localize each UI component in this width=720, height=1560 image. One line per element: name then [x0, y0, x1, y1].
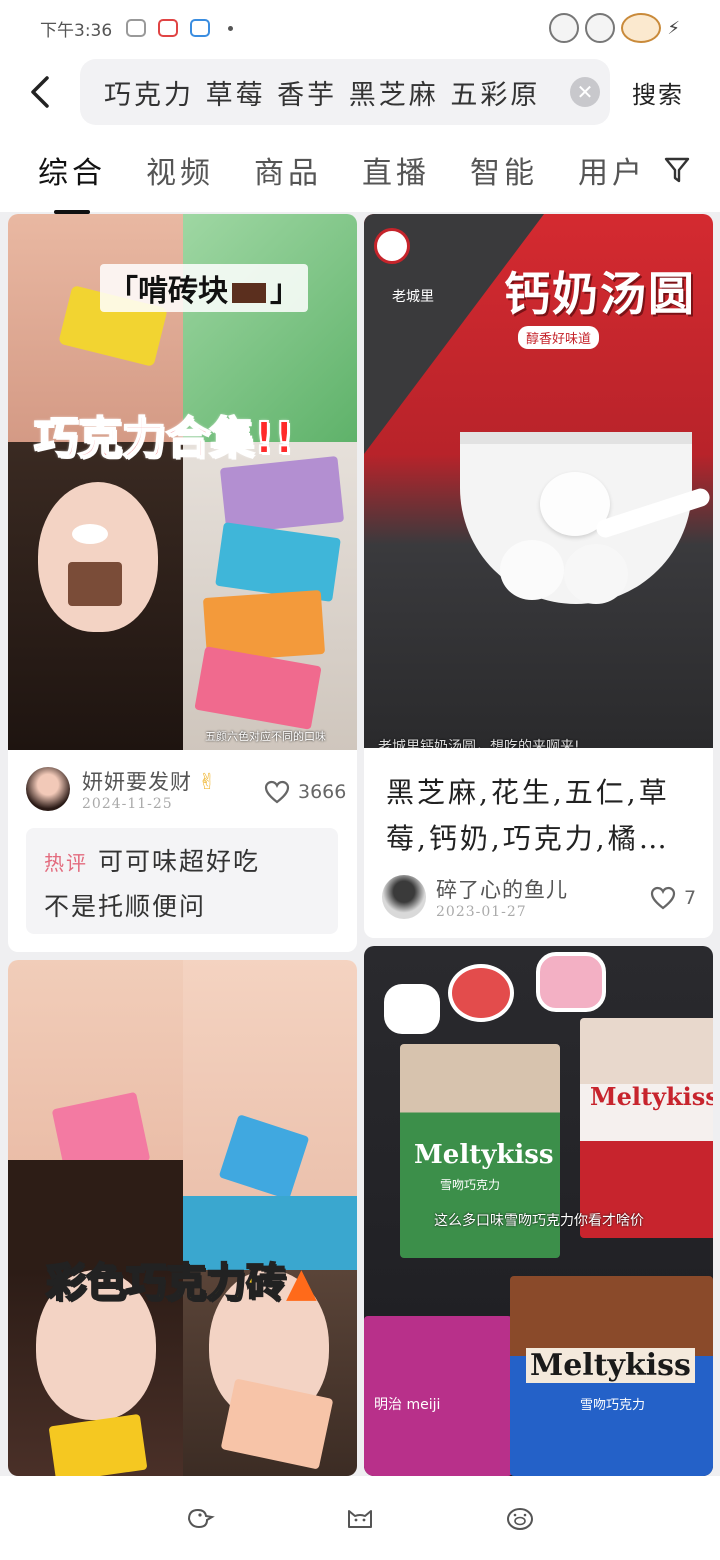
card-2-brand: 老城里: [392, 289, 434, 305]
search-header: 巧克力 草莓 香芋 黑芝麻 五彩原 ✕ 搜索: [0, 56, 720, 128]
hot-comment-line-2: 不是托顺便问: [44, 892, 207, 921]
like-button[interactable]: 7: [650, 886, 696, 910]
feed-card-2[interactable]: 老城里 钙奶汤圆 醇香好味道 老城里钙奶汤圆，想吃的来啊来! 黑芝麻,花生,五仁…: [364, 214, 713, 938]
brand-seal: [374, 228, 410, 264]
search-input[interactable]: 巧克力 草莓 香芋 黑芝麻 五彩原 ✕: [80, 59, 610, 125]
red-app-icon: [158, 19, 179, 37]
close-icon: ✕: [576, 80, 594, 104]
chevron-left-icon: [31, 76, 49, 108]
sticker: [536, 952, 606, 1012]
meltykiss-box-red: Meltykiss: [580, 1018, 713, 1238]
avatar[interactable]: [382, 875, 426, 919]
post-date: 2023-01-27: [436, 904, 527, 920]
like-count: 3666: [298, 781, 347, 803]
feed-card-4[interactable]: Meltykiss 雪吻巧克力 Meltykiss 明治 meiji Melty…: [364, 946, 713, 1476]
card-2-tagline: 醇香好味道: [518, 326, 600, 349]
feed-card-1[interactable]: 五颜六色对应不同的口味 「啃砖块」 巧克力合集!! 妍妍要发财 ✌ 2024-11…: [8, 214, 357, 952]
pet-icon-cat: [549, 13, 580, 43]
status-time: 下午3:36: [40, 20, 113, 41]
cat-nav-icon[interactable]: [345, 1505, 375, 1531]
card-3-overlay-title: 彩色巧克力砖▲: [45, 1259, 317, 1307]
card-1-author-row[interactable]: 妍妍要发财 ✌ 2024-11-25: [26, 766, 216, 812]
bottom-nav: [0, 1476, 720, 1560]
cat-app-icon: [126, 19, 147, 37]
card-1-thumbnail[interactable]: 五颜六色对应不同的口味 「啃砖块」 巧克力合集!!: [8, 214, 357, 750]
search-tabs: 综合 视频 商品 直播 智能 用户: [0, 128, 720, 214]
charging-icon: ⚡: [667, 17, 680, 39]
tab-comprehensive[interactable]: 综合: [38, 148, 106, 214]
chocolate-emoji: [232, 282, 266, 303]
pig-nav-icon[interactable]: [505, 1505, 535, 1531]
yellow-chocolate-block: [48, 1413, 148, 1476]
post-date: 2024-11-25: [82, 796, 173, 812]
tab-smart[interactable]: 智能: [470, 148, 538, 192]
tab-products[interactable]: 商品: [254, 148, 322, 192]
card-2-thumbnail[interactable]: 老城里 钙奶汤圆 醇香好味道 老城里钙奶汤圆，想吃的来啊来!: [364, 214, 713, 748]
filter-icon[interactable]: [664, 156, 690, 184]
author-name[interactable]: 妍妍要发财: [82, 770, 192, 794]
sticker: [448, 964, 514, 1022]
card-2-product-name: 钙奶汤圆: [504, 267, 696, 321]
card-2-title[interactable]: 黑芝麻,花生,五仁,草莓,钙奶,巧克力,橘…: [386, 770, 698, 862]
feed-card-3[interactable]: 彩色巧克力砖▲: [8, 960, 357, 1476]
card-1-quote-text: 「啃砖块」: [100, 264, 308, 312]
tab-video[interactable]: 视频: [146, 148, 214, 192]
tab-users[interactable]: 用户: [578, 148, 646, 192]
heart-icon: [264, 780, 290, 804]
search-query-text[interactable]: 巧克力 草莓 香芋 黑芝麻 五彩原: [104, 73, 566, 112]
blue-app-icon: [190, 19, 211, 37]
pet-icon-gray-cat: [585, 13, 616, 43]
meltykiss-box-blue: Meltykiss 雪吻巧克力: [510, 1276, 713, 1476]
like-button[interactable]: 3666: [264, 780, 346, 804]
card-2-author-row[interactable]: 碎了心的鱼儿 2023-01-27: [382, 874, 568, 920]
battery-pet-icon: [621, 13, 662, 43]
card-2-caption: 老城里钙奶汤圆，想吃的来啊来!: [378, 739, 580, 748]
status-right: ⚡: [549, 13, 680, 43]
fire-emoji: ▲: [286, 1260, 317, 1306]
blue-chocolate-block: [218, 1114, 310, 1200]
tab-live[interactable]: 直播: [362, 148, 430, 192]
clear-search-button[interactable]: ✕: [570, 77, 600, 107]
like-count: 7: [684, 887, 697, 909]
sticker: [384, 984, 440, 1034]
more-notifications-dot: [228, 25, 234, 31]
card-1-overlay-title: 巧克力合集!!: [33, 412, 295, 465]
hot-comment[interactable]: 热评 可可味超好吃 不是托顺便问: [26, 828, 338, 934]
hot-comment-label: 热评: [44, 851, 88, 875]
hot-comment-line-1: 可可味超好吃: [98, 847, 261, 876]
author-name[interactable]: 碎了心的鱼儿: [436, 874, 568, 904]
card-4-thumbnail[interactable]: Meltykiss 雪吻巧克力 Meltykiss 明治 meiji Melty…: [364, 946, 713, 1476]
victory-emoji: ✌: [198, 770, 217, 795]
card-3-thumbnail[interactable]: 彩色巧克力砖▲: [8, 960, 357, 1476]
heart-icon: [650, 886, 676, 910]
girl-face: [38, 482, 158, 632]
meltykiss-box-purple: 明治 meiji: [364, 1316, 512, 1476]
search-button[interactable]: 搜索: [632, 75, 684, 110]
back-button[interactable]: [0, 56, 80, 128]
card-4-caption: 这么多口味雪吻巧克力你看才啥价: [434, 1213, 644, 1229]
duck-nav-icon[interactable]: [185, 1505, 215, 1531]
avatar[interactable]: [26, 767, 70, 811]
card-1-caption: 五颜六色对应不同的口味: [205, 730, 326, 743]
status-bar: 下午3:36 ⚡: [0, 0, 720, 56]
